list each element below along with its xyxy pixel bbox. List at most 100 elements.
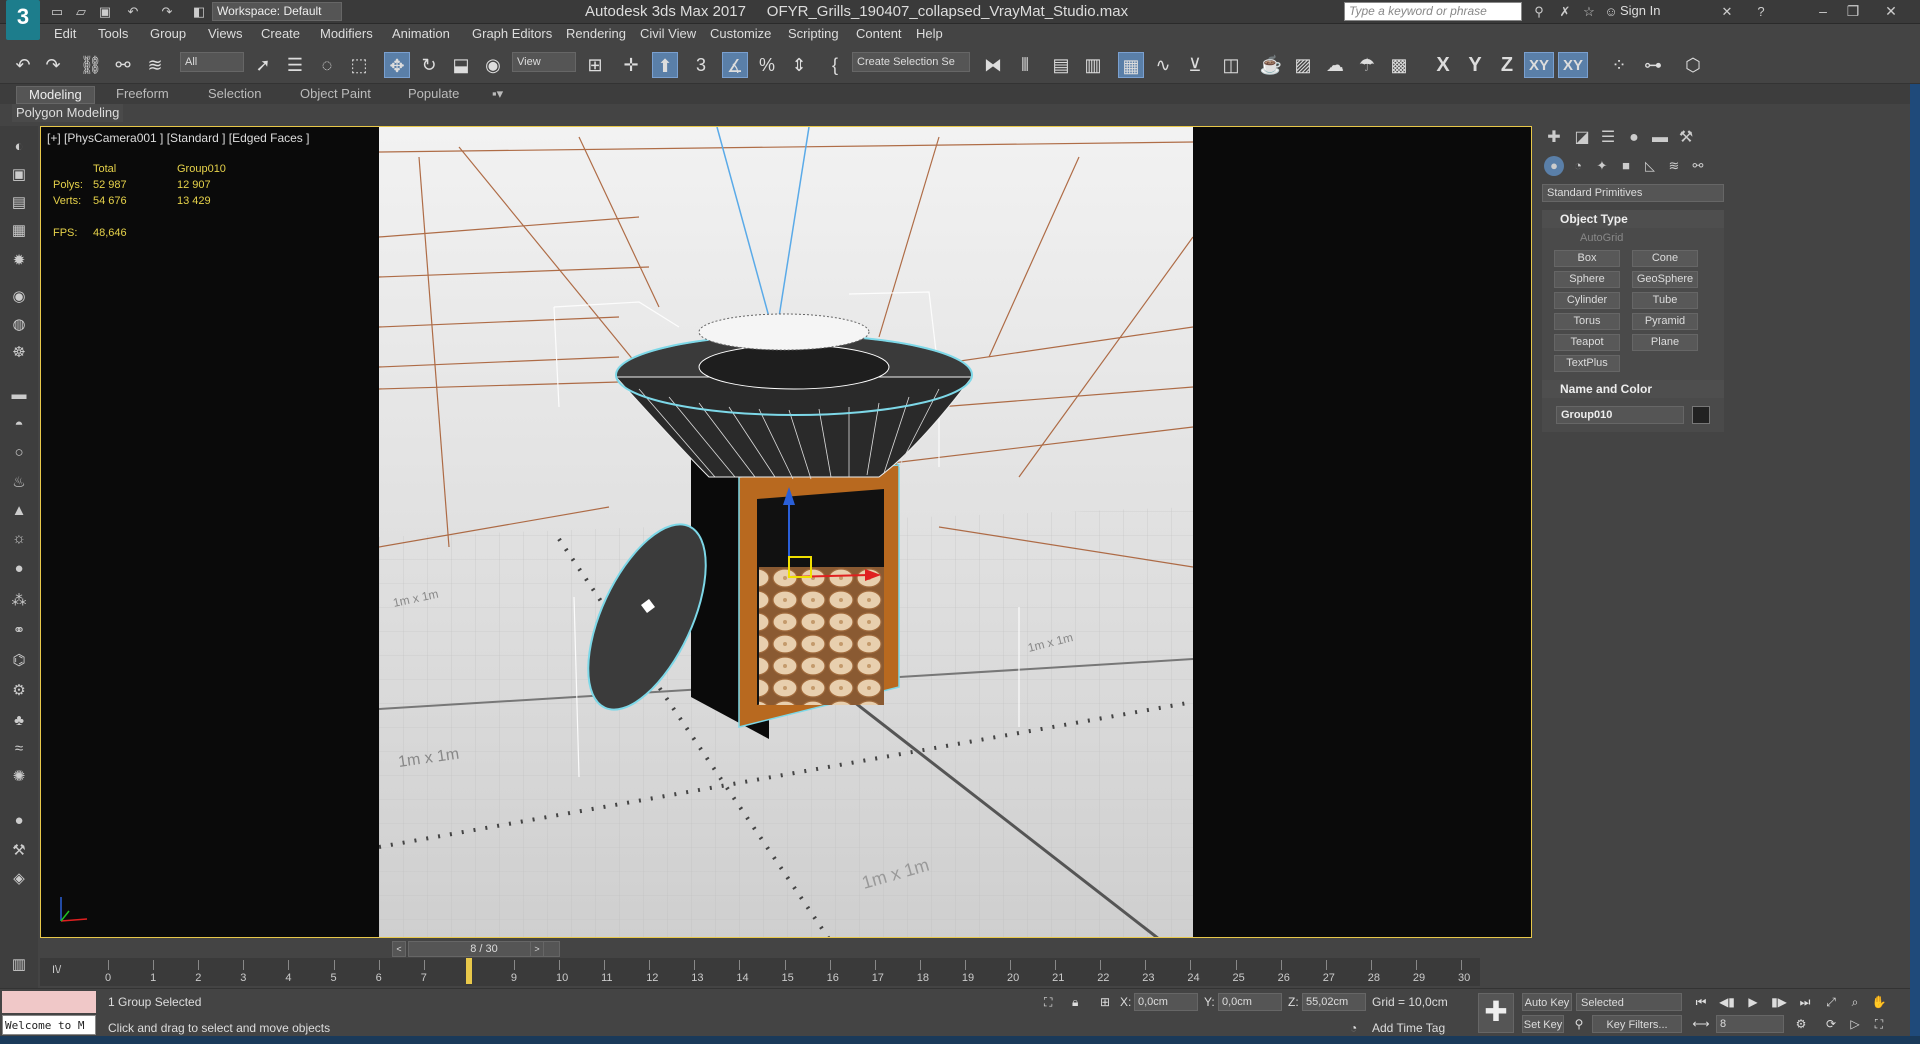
bind-space-warp-icon[interactable]: ≋ [142,52,168,78]
render-in-cloud-icon[interactable]: ▩ [1386,52,1412,78]
teapot-button[interactable]: Teapot [1554,334,1620,351]
camera-tool-icon[interactable]: ◉ [8,286,30,308]
tab-freeform[interactable]: Freeform [104,86,181,104]
restrict-y-button[interactable]: Y [1460,52,1490,78]
z-coord-input[interactable]: 55,02cm [1302,993,1366,1011]
time-tag-icon[interactable]: ◔ [1350,1021,1357,1035]
scene-explorer-icon[interactable]: ▤ [1048,52,1074,78]
tab-modeling[interactable]: Modeling [16,86,95,104]
curve-editor-icon[interactable]: ∿ [1150,52,1176,78]
ribbon-polygon-modeling[interactable]: Polygon Modeling [12,104,124,122]
close-icon[interactable]: ✕ [1876,0,1906,22]
save-file-icon[interactable]: ▣ [96,3,114,21]
autogrid-checkbox[interactable]: AutoGrid [1580,232,1623,244]
undo-icon[interactable]: ↶ [124,3,142,21]
motion-tab-icon[interactable]: ● [1622,126,1646,150]
snaps-use-axis-icon[interactable]: ⁘ [1606,52,1632,78]
select-by-name-icon[interactable]: ☰ [282,52,308,78]
systems-icon[interactable]: ⚯ [1688,156,1708,176]
menu-views[interactable]: Views [208,26,242,41]
current-frame-input[interactable]: 8 [1716,1015,1784,1033]
render-iterative-icon[interactable]: ☂ [1354,52,1380,78]
pivot-center-icon[interactable]: ⊞ [582,52,608,78]
render-production-icon[interactable]: ☁ [1322,52,1348,78]
torus-button[interactable]: Torus [1554,313,1620,330]
plant-icon[interactable]: ♣ [8,710,30,732]
key-filters-button[interactable]: Key Filters... [1592,1015,1682,1033]
layer-explorer-icon[interactable]: ▥ [1080,52,1106,78]
helper-icon[interactable]: ◍ [8,314,30,336]
box-button[interactable]: Box [1554,250,1620,267]
geosphere-button[interactable]: GeoSphere [1632,271,1698,288]
layout-tab-icon[interactable]: ▣ [8,164,30,186]
isolate-selection-icon[interactable]: ⛶ [1044,995,1052,1010]
redo-icon[interactable]: ↷ [158,3,176,21]
undo-icon[interactable]: ↶ [10,52,36,78]
help-icon[interactable]: ? [1752,3,1770,21]
time-slider-next[interactable]: > [530,941,544,957]
zoom-extents-icon[interactable]: ⤢ [1822,993,1840,1011]
menu-create[interactable]: Create [261,26,300,41]
restrict-plane-cycle-button[interactable]: XY [1558,52,1588,78]
percent-snap-icon[interactable]: % [754,52,780,78]
key-mode-toggle-icon[interactable]: ⟷ [1692,1015,1710,1033]
key-mode-icon[interactable]: ⚲ [1570,1015,1588,1033]
menu-graph-editors[interactable]: Graph Editors [472,26,552,41]
menu-modifiers[interactable]: Modifiers [320,26,373,41]
menu-edit[interactable]: Edit [54,26,76,41]
hair-icon[interactable]: ≈ [8,738,30,760]
selection-lock-icon[interactable]: ⬡ [1680,52,1706,78]
selection-lock-icon[interactable]: 🔒︎ [1072,995,1078,1010]
viewport-layout-icon[interactable]: ◐ [8,136,30,158]
user-icon[interactable]: ☺ [1602,3,1620,21]
cone-shape-icon[interactable]: ▲ [8,500,30,522]
manipulate-icon[interactable]: ✛ [618,52,644,78]
set-key-button[interactable]: Set Key [1522,1015,1564,1033]
ribbon-options-icon[interactable]: ▪▾ [480,86,515,104]
named-selection-set-dropdown[interactable]: Create Selection Se [852,52,970,72]
app-logo-icon[interactable]: 3 [6,0,40,40]
grid-tool-icon[interactable]: ▦ [8,220,30,242]
field-of-view-icon[interactable]: ▷ [1846,1015,1864,1033]
auto-key-button[interactable]: Auto Key [1522,993,1572,1011]
pyramid-button[interactable]: Pyramid [1632,313,1698,330]
select-object-icon[interactable]: ➚ [250,52,276,78]
scene-explorer-icon[interactable]: ▤ [8,192,30,214]
teapot-shape-icon[interactable]: ♨ [8,472,30,494]
orbit-icon[interactable]: ⟳ [1822,1015,1840,1033]
geometry-icon[interactable]: ● [1544,156,1564,176]
schematic-view-icon[interactable]: ⊻ [1182,52,1208,78]
select-rotate-icon[interactable]: ↻ [416,52,442,78]
place-icon[interactable]: ◉ [480,52,506,78]
restrict-z-button[interactable]: Z [1492,52,1522,78]
binoculars-icon[interactable]: ⚲ [1530,3,1548,21]
display-tab-icon[interactable]: ▬ [1648,126,1672,150]
go-to-end-icon[interactable]: ⏭ [1796,993,1814,1011]
menu-animation[interactable]: Animation [392,26,450,41]
key-selection-dropdown[interactable]: Selected [1576,993,1682,1011]
render-setup-icon[interactable]: ☕ [1258,52,1284,78]
tab-selection[interactable]: Selection [196,86,273,104]
absolute-mode-icon[interactable]: ⊞ [1100,995,1110,1009]
menu-help[interactable]: Help [916,26,943,41]
primitive-category-dropdown[interactable]: Standard Primitives [1542,184,1724,202]
maximize-icon[interactable]: ❐ [1838,0,1868,22]
object-color-swatch[interactable] [1692,406,1710,424]
create-tab-icon[interactable]: ✚ [1542,126,1566,150]
mini-curve-editor-icon[interactable]: I\/ [52,964,61,976]
plane-button[interactable]: Plane [1632,334,1698,351]
add-time-tag[interactable]: Add Time Tag [1372,1021,1445,1035]
sphere-button[interactable]: Sphere [1554,271,1620,288]
cameras-icon[interactable]: ■ [1616,156,1636,176]
go-to-start-icon[interactable]: ⏮ [1692,993,1710,1011]
minimize-icon[interactable]: – [1808,0,1838,22]
space-warps-icon[interactable]: ≋ [1664,156,1684,176]
particle-icon[interactable]: ⁂ [8,590,30,612]
previous-frame-icon[interactable]: ◀▮ [1718,993,1736,1011]
hierarchy-tab-icon[interactable]: ☰ [1596,126,1620,150]
play-icon[interactable]: ▶ [1744,993,1762,1011]
geosphere-icon[interactable]: ● [8,558,30,580]
time-slider-prev[interactable]: < [392,941,406,957]
new-file-icon[interactable]: ▭ [48,3,66,21]
light-bulb-icon[interactable]: ✹ [8,250,30,272]
